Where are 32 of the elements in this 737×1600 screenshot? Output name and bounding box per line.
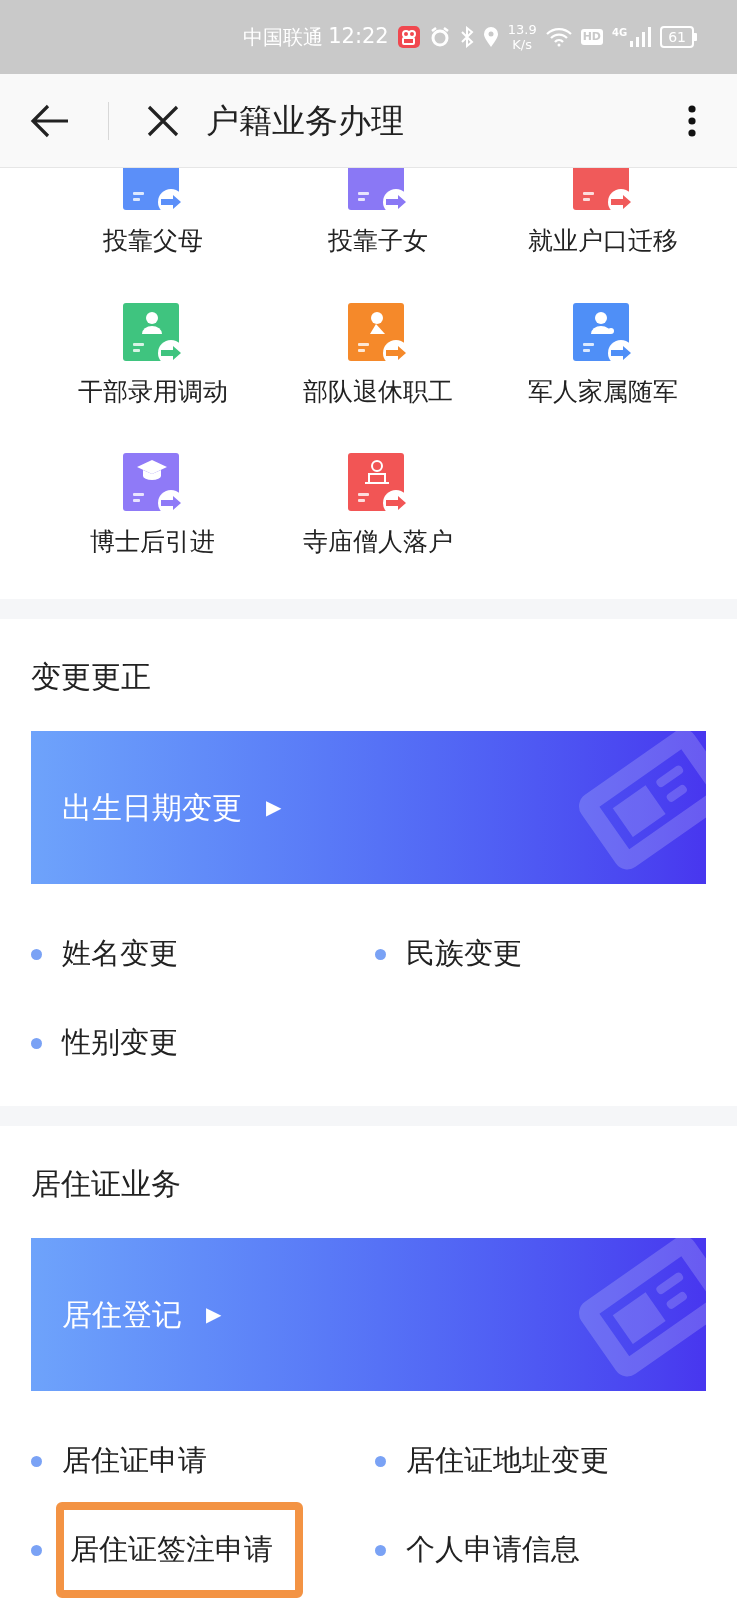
play-arrow: ▶ — [206, 1301, 222, 1328]
card-icon — [578, 1237, 706, 1378]
location-icon — [482, 26, 499, 48]
service-label[interactable]: 就业户口迁移 — [527, 222, 678, 260]
play-arrow: ▶ — [266, 794, 282, 821]
link-label[interactable]: 民族变更 — [405, 932, 522, 976]
service-label[interactable]: 博士后引进 — [90, 523, 215, 561]
service-label[interactable]: 干部录用调动 — [77, 372, 228, 410]
more-icon[interactable] — [687, 104, 697, 137]
signal-icon — [629, 27, 652, 47]
section-title: 居住证业务 — [31, 1164, 182, 1203]
banner-label: 出生日期变更 — [62, 788, 242, 827]
service-label[interactable]: 寺庙僧人落户 — [302, 523, 453, 561]
service-label[interactable]: 部队退休职工 — [302, 372, 453, 410]
close-icon[interactable] — [147, 104, 179, 137]
link-label[interactable]: 个人申请信息 — [405, 1528, 580, 1572]
app-icon — [397, 26, 420, 48]
link-label[interactable]: 居住证签注申请 — [56, 1502, 303, 1598]
service-label[interactable]: 投靠父母 — [102, 222, 203, 260]
section-title: 变更更正 — [31, 657, 152, 696]
link-label[interactable]: 居住证地址变更 — [405, 1439, 609, 1483]
link-label[interactable]: 性别变更 — [62, 1021, 178, 1065]
service-label[interactable]: 投靠子女 — [327, 222, 428, 260]
card-icon — [578, 730, 706, 871]
page-title: 户籍业务办理 — [206, 99, 405, 142]
back-icon[interactable] — [30, 103, 70, 138]
link-label[interactable]: 居住证申请 — [62, 1439, 207, 1483]
wifi-icon — [545, 27, 572, 47]
link-label[interactable]: 姓名变更 — [62, 932, 178, 976]
bluetooth-icon — [459, 26, 474, 48]
banner-label: 居住登记 — [62, 1295, 182, 1334]
service-label[interactable]: 军人家属随军 — [527, 372, 678, 410]
